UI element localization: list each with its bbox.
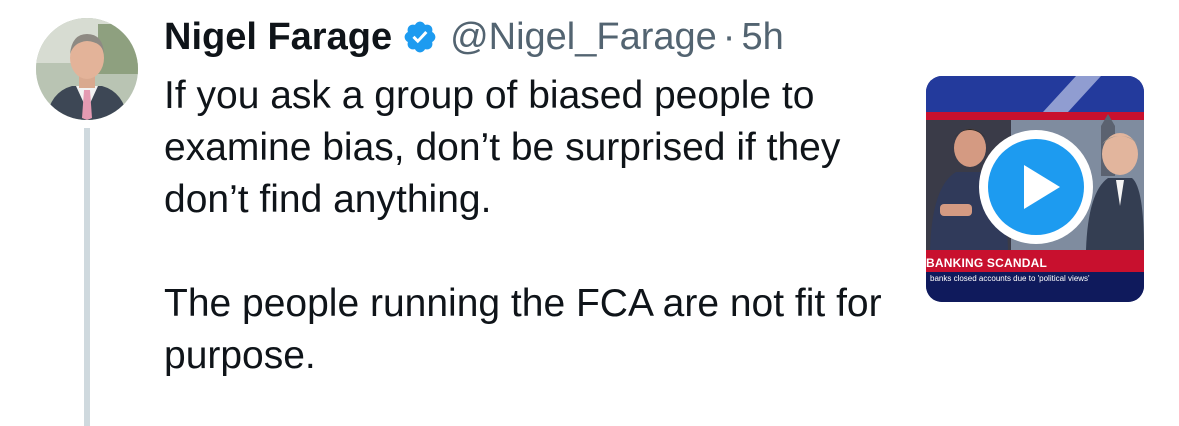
verified-badge-icon[interactable] bbox=[402, 19, 438, 55]
tweet-paragraph: If you ask a group of biased people to e… bbox=[164, 74, 841, 221]
separator: · bbox=[722, 16, 736, 58]
chyron-title: BANKING SCANDAL bbox=[926, 256, 1047, 270]
tweet-text: If you ask a group of biased people to e… bbox=[164, 70, 884, 382]
tweet-paragraph: The people running the FCA are not fit f… bbox=[164, 282, 882, 377]
handle[interactable]: @Nigel_Farage bbox=[450, 12, 717, 62]
play-icon[interactable] bbox=[977, 128, 1095, 246]
display-name[interactable]: Nigel Farage bbox=[164, 12, 392, 62]
timestamp[interactable]: 5h bbox=[741, 12, 783, 62]
avatar[interactable] bbox=[36, 18, 138, 120]
thread-line bbox=[84, 128, 90, 426]
tweet-header: Nigel Farage @Nigel_Farage · 5h bbox=[164, 12, 784, 62]
avatar-image bbox=[36, 18, 138, 120]
chyron-subtitle: banks closed accounts due to 'political … bbox=[930, 274, 1090, 283]
tweet[interactable]: Nigel Farage @Nigel_Farage · 5h If you a… bbox=[0, 0, 1179, 426]
